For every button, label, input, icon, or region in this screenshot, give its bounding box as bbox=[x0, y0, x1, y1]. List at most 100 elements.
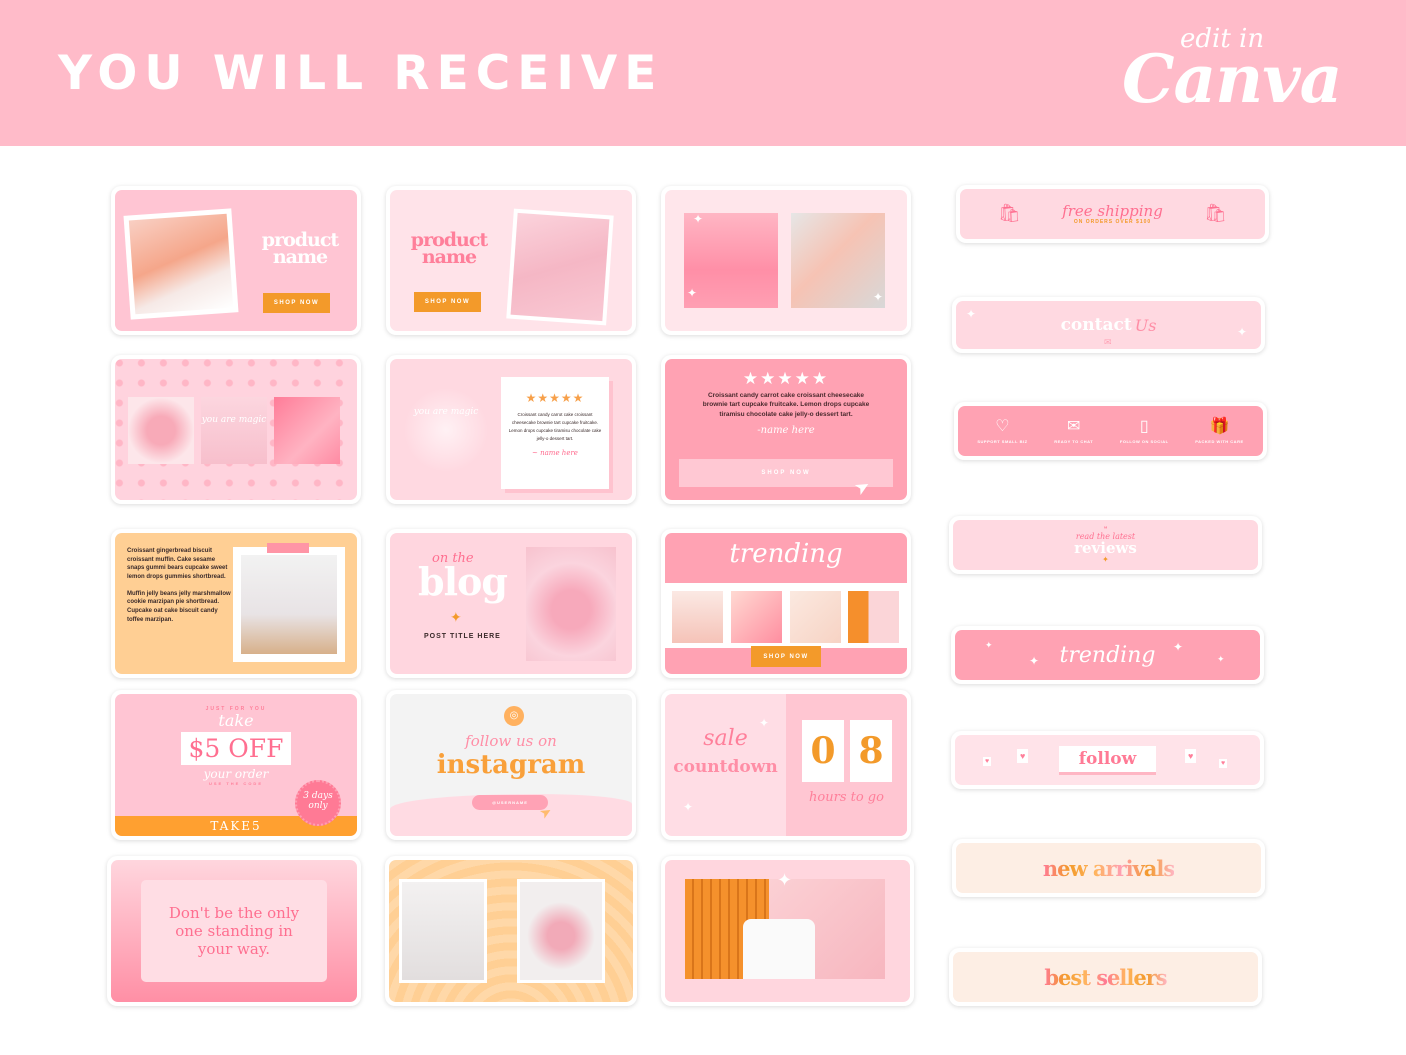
banner-follow[interactable]: ♥ ♥ follow ♥ ♥ bbox=[951, 731, 1264, 789]
candle-photo bbox=[685, 879, 885, 979]
instagram-title: instagram bbox=[436, 750, 586, 780]
star-rating-icon: ★★★★★ bbox=[525, 391, 585, 405]
header-banner: YOU WILL RECEIVE edit in Canva bbox=[0, 0, 1406, 146]
post-title: POST TITLE HERE bbox=[424, 633, 501, 640]
shop-now-button[interactable]: SHOP NOW bbox=[263, 293, 330, 313]
envelope-icon: ✉ bbox=[1067, 417, 1081, 435]
sparkle-icon: ✦ bbox=[1173, 640, 1184, 654]
body-paragraph-2: Muffin jelly beans jelly marshmallow coo… bbox=[127, 590, 231, 623]
template-review-card[interactable]: you are magic ★★★★★ Croissant candy carr… bbox=[386, 355, 636, 504]
sparkle-icon: ✦ bbox=[1217, 654, 1225, 664]
heart-bubble-icon: ♥ bbox=[1017, 749, 1029, 763]
badge-line-2: only bbox=[308, 800, 328, 811]
donut-photo bbox=[526, 547, 616, 661]
sparkle-icon: ✦ bbox=[1102, 555, 1109, 564]
follow-us-script: follow us on bbox=[465, 732, 557, 750]
template-donut-gallery[interactable]: you are magic bbox=[111, 355, 361, 504]
trending-title: trending bbox=[729, 539, 843, 569]
trending-title: trending bbox=[1059, 642, 1156, 668]
sparkle-icon: ✦ bbox=[777, 870, 793, 890]
instagram-icon[interactable]: ◎ bbox=[504, 706, 524, 726]
sparkle-icon: ✦ bbox=[1029, 654, 1040, 668]
review-text: Croissant candy carrot cake croissant ch… bbox=[508, 412, 602, 441]
product-photo bbox=[848, 591, 899, 643]
neon-text: you are magic bbox=[413, 407, 479, 417]
photo-frame-2 bbox=[517, 879, 605, 983]
banner-reviews[interactable]: ❝ read the latest reviews ✦ bbox=[949, 516, 1262, 574]
sparkle-icon: ✦ bbox=[966, 307, 977, 321]
product-photo bbox=[790, 591, 841, 643]
model-photo-frame bbox=[506, 208, 614, 326]
us-script: Us bbox=[1134, 315, 1157, 335]
cocktail-photo-2 bbox=[791, 213, 885, 308]
phone-icon: ▯ bbox=[1139, 417, 1149, 435]
best-sellers-title: best sellers bbox=[1044, 964, 1167, 990]
template-sale-countdown[interactable]: sale countdown 0 8 hours to go ✦ ✦ bbox=[661, 690, 911, 840]
shop-now-button[interactable]: SHOP NOW bbox=[751, 646, 821, 667]
follow-title: follow bbox=[1058, 745, 1157, 775]
review-signature: ~ name here bbox=[532, 448, 578, 457]
banner-free-shipping[interactable]: 🛍 free shipping ON ORDERS OVER $100 🛍 bbox=[956, 185, 1269, 243]
feature-ready-to-chat: ✉ READY TO CHAT bbox=[1054, 417, 1094, 444]
cocktail-photo-1 bbox=[684, 213, 778, 308]
new-arrivals-title: new arrivals bbox=[1042, 855, 1175, 881]
template-candle-photo[interactable]: ✦ bbox=[661, 856, 914, 1006]
countdown-title: countdown bbox=[673, 757, 778, 777]
feature-support-small-biz: ♡ SUPPORT SMALL BIZ bbox=[977, 417, 1028, 444]
product-photo-frame bbox=[123, 208, 239, 320]
review-text: Croissant candy carrot cake croissant ch… bbox=[702, 392, 870, 418]
template-product-model[interactable]: product name SHOP NOW bbox=[386, 186, 636, 335]
donut-circle-photo: you are magic bbox=[405, 389, 487, 471]
sparkle-icon: ✦ bbox=[873, 290, 884, 304]
limited-time-badge: 3 days only bbox=[295, 780, 341, 826]
heart-bubble-icon: ♥ bbox=[1185, 749, 1197, 763]
banner-features[interactable]: ♡ SUPPORT SMALL BIZ ✉ READY TO CHAT ▯ FO… bbox=[954, 402, 1267, 460]
sparkle-icon: ✦ bbox=[985, 640, 993, 650]
donut-photo-3 bbox=[274, 397, 340, 464]
feature-packed-with-care: 🎁 PACKED WITH CARE bbox=[1195, 417, 1244, 444]
hours-to-go-caption: hours to go bbox=[809, 790, 884, 805]
photo-frame bbox=[233, 547, 345, 662]
template-text-photo[interactable]: Croissant gingerbread biscuit croissant … bbox=[111, 529, 361, 678]
banner-best-sellers[interactable]: best sellers bbox=[949, 948, 1262, 1006]
neon-text: you are magic bbox=[201, 415, 267, 425]
canva-logo: Canva bbox=[1122, 40, 1342, 118]
feature-follow-on-social: ▯ FOLLOW ON SOCIAL bbox=[1119, 417, 1169, 444]
page-title: YOU WILL RECEIVE bbox=[58, 46, 664, 101]
template-discount-code[interactable]: JUST FOR YOU take $5 OFF your order USE … bbox=[111, 690, 361, 840]
product-strip bbox=[665, 583, 907, 648]
banner-contact-us[interactable]: ✦ contact Us ✉ ✦ bbox=[952, 297, 1265, 353]
template-trending-products[interactable]: trending SHOP NOW bbox=[661, 529, 911, 678]
reviews-title: reviews bbox=[1074, 539, 1137, 557]
shopping-bag-icon: 🛍 bbox=[998, 203, 1021, 223]
offer-amount: $5 OFF bbox=[180, 732, 292, 765]
template-instagram-follow[interactable]: ◎ follow us on instagram @USERNAME ➤ bbox=[386, 690, 636, 840]
banner-new-arrivals[interactable]: new arrivals bbox=[952, 839, 1265, 897]
sparkle-icon: ✦ bbox=[687, 286, 698, 300]
review-note: ★★★★★ Croissant candy carrot cake croiss… bbox=[501, 377, 609, 489]
product-photo bbox=[672, 591, 723, 643]
sparkle-icon: ✦ bbox=[693, 212, 704, 226]
template-product-candle[interactable]: product name SHOP NOW bbox=[111, 186, 361, 335]
free-shipping-sub: ON ORDERS OVER $100 bbox=[1073, 218, 1152, 225]
countdown-digit-1: 0 bbox=[802, 720, 844, 782]
your-order-script: your order bbox=[203, 767, 269, 781]
heart-bubble-icon: ♥ bbox=[1219, 759, 1228, 768]
sparkle-icon: ✦ bbox=[450, 609, 462, 625]
sparkle-icon: ✦ bbox=[759, 716, 770, 730]
review-signature: -name here bbox=[757, 425, 815, 437]
photo-frame-1 bbox=[399, 879, 487, 983]
template-quote[interactable]: Don't be the only one standing in your w… bbox=[107, 856, 361, 1006]
template-blog[interactable]: on the blog ✦ POST TITLE HERE bbox=[386, 529, 636, 678]
contact-word: contact bbox=[1060, 315, 1132, 335]
template-photo-pair[interactable] bbox=[385, 856, 637, 1006]
candle-jar bbox=[743, 919, 815, 979]
shop-now-button[interactable]: SHOP NOW bbox=[414, 292, 481, 312]
template-testimonial-shop[interactable]: ★★★★★ Croissant candy carrot cake croiss… bbox=[661, 355, 911, 504]
envelope-icon: ✉ bbox=[1104, 337, 1112, 347]
gift-icon: 🎁 bbox=[1209, 417, 1230, 435]
banner-trending[interactable]: ✦ ✦ trending ✦ ✦ bbox=[951, 626, 1264, 684]
quote-text: Don't be the only one standing in your w… bbox=[141, 880, 327, 982]
shopping-bag-icon: 🛍 bbox=[1204, 203, 1227, 223]
template-cocktail-gallery[interactable]: ✦ ✦ ✦ bbox=[661, 186, 911, 335]
